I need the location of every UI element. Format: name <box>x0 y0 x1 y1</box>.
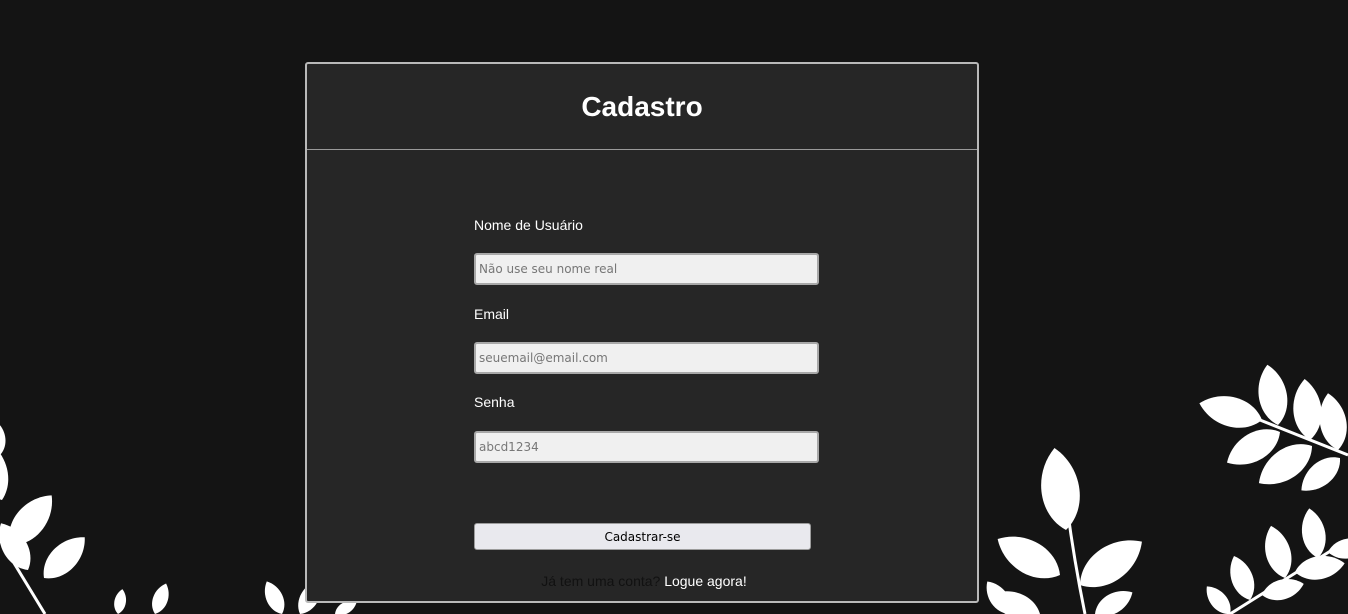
signup-form: Nome de Usuário Email Senha Cadastrar-se <box>474 215 824 550</box>
login-prompt: Já tem uma conta? Logue agora! <box>307 573 981 589</box>
password-input[interactable] <box>474 431 819 463</box>
email-label: Email <box>474 306 510 322</box>
signup-button[interactable]: Cadastrar-se <box>474 523 811 550</box>
email-input[interactable] <box>474 342 819 374</box>
signup-card: Cadastro Nome de Usuário Email Senha Cad… <box>305 62 979 603</box>
password-label: Senha <box>474 394 515 410</box>
login-link[interactable]: Logue agora! <box>664 573 747 589</box>
card-header: Cadastro <box>307 64 977 150</box>
username-input[interactable] <box>474 253 819 285</box>
username-label: Nome de Usuário <box>474 217 583 233</box>
page-title: Cadastro <box>581 90 703 122</box>
login-question: Já tem uma conta? <box>541 573 665 589</box>
page: Cadastro Nome de Usuário Email Senha Cad… <box>0 0 1348 614</box>
